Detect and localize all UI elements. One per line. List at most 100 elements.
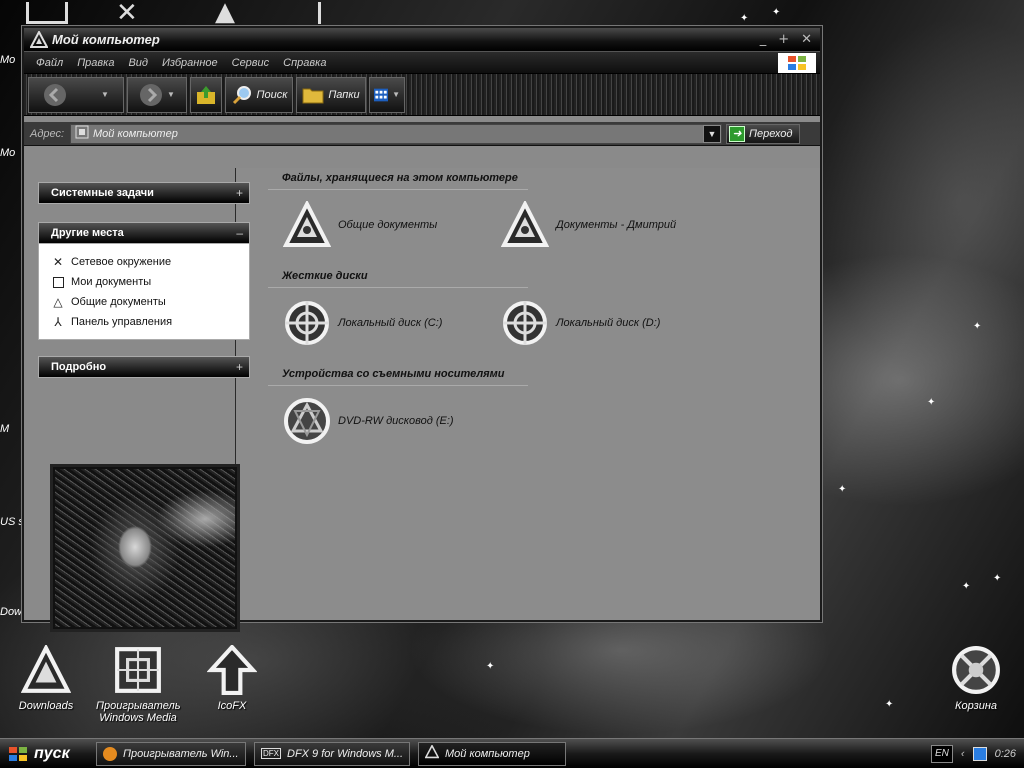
desktop-icon-icofx[interactable]: IcoFX <box>190 644 274 712</box>
minimize-button[interactable]: _ <box>760 32 767 47</box>
back-arrow-icon <box>44 83 67 106</box>
desktop-icon-partial[interactable]: ▲ <box>215 0 235 25</box>
desktop-icon-label: Downloads <box>18 700 74 712</box>
other-places-list: ✕ Сетевое окружение Мои документы △ Общи… <box>38 244 250 340</box>
tray-collapse-icon[interactable]: ‹ <box>961 748 965 760</box>
task-pane: Системные задачи + Другие места – ✕ Сете… <box>24 168 250 632</box>
group-removable-header: Устройства со съемными носителями <box>268 368 528 386</box>
folders-button[interactable]: Папки <box>296 76 366 113</box>
task-button-dfx[interactable]: DFX DFX 9 for Windows M... <box>254 741 410 766</box>
address-dropdown-button[interactable]: ▼ <box>703 124 721 143</box>
system-tasks-header[interactable]: Системные задачи + <box>38 182 250 204</box>
view-grid-icon <box>374 88 389 101</box>
place-my-documents[interactable]: Мои документы <box>39 272 249 292</box>
item-dvd-drive[interactable]: DVD-RW дисковод (E:) <box>282 396 454 446</box>
start-label: пуск <box>34 744 70 762</box>
media-player-icon <box>103 746 117 761</box>
desktop-icon-recycle-bin[interactable]: Корзина <box>934 644 1018 712</box>
item-user-documents[interactable]: Документы - Дмитрий <box>500 200 676 250</box>
back-button[interactable]: ▼ <box>28 76 124 113</box>
task-label: Мой компьютер <box>445 747 530 760</box>
expand-icon[interactable]: + <box>236 186 243 200</box>
collapse-icon[interactable]: – <box>236 226 243 240</box>
expand-icon[interactable]: + <box>236 360 243 374</box>
details-header[interactable]: Подробно + <box>38 356 250 378</box>
up-folder-button[interactable] <box>190 76 222 113</box>
start-button[interactable]: пуск <box>0 740 84 768</box>
my-computer-window: Мой компьютер _ + ✕ Файл Правка Вид Избр… <box>22 26 822 632</box>
star-decoration: ✦ <box>973 321 982 332</box>
menu-edit[interactable]: Правка <box>77 57 114 69</box>
item-shared-documents[interactable]: Общие документы <box>282 200 437 250</box>
details-title: Подробно <box>51 361 107 373</box>
task-button-media-player[interactable]: Проигрыватель Win... <box>96 741 246 766</box>
star-decoration: ✦ <box>885 699 894 710</box>
task-label: DFX 9 for Windows M... <box>287 747 404 760</box>
language-indicator[interactable]: EN <box>930 744 953 763</box>
item-disk-c[interactable]: Локальный диск (C:) <box>282 298 442 348</box>
chevron-down-icon[interactable]: ▼ <box>167 90 175 99</box>
desktop-icon-downloads[interactable]: Downloads <box>4 644 88 712</box>
menu-file[interactable]: Файл <box>36 57 63 69</box>
place-label: Панель управления <box>71 316 173 328</box>
media-player-icon <box>112 644 164 696</box>
downloads-icon <box>20 644 72 696</box>
star-decoration: ✦ <box>838 484 847 495</box>
desktop-icon-wmp[interactable]: Проигрыватель Windows Media <box>96 644 180 724</box>
control-panel-icon: ⅄ <box>54 315 62 329</box>
chevron-down-icon[interactable]: ▼ <box>101 90 109 99</box>
search-button[interactable]: Поиск <box>225 76 293 113</box>
star-decoration: ✦ <box>740 13 749 24</box>
views-button[interactable]: ▼ <box>369 76 405 113</box>
system-tray: EN ‹ 0:26 <box>923 740 1024 768</box>
my-documents-icon <box>51 275 65 289</box>
forward-button[interactable]: ▼ <box>127 76 187 113</box>
menu-help[interactable]: Справка <box>283 57 326 69</box>
window-icon <box>29 29 49 52</box>
window-title: Мой компьютер <box>52 32 160 47</box>
group-drives-header: Жесткие диски <box>268 270 528 288</box>
desktop-icon-partial[interactable]: ✕ <box>116 0 138 26</box>
go-arrow-icon: ➜ <box>729 125 745 142</box>
hard-disk-icon <box>500 298 550 348</box>
shared-folder-icon <box>282 200 332 250</box>
other-places-header[interactable]: Другие места – <box>38 222 250 244</box>
desktop-icon-label: Корзина <box>955 700 997 712</box>
tray-app-icon[interactable] <box>972 746 987 761</box>
window-icon <box>424 744 440 762</box>
dvd-drive-icon <box>282 396 332 446</box>
item-label: DVD-RW дисковод (E:) <box>338 415 454 427</box>
network-icon: ✕ <box>52 255 64 269</box>
address-value: Мой компьютер <box>93 127 178 140</box>
desktop-icon-partial[interactable] <box>318 2 328 24</box>
recycle-bin-icon <box>950 644 1002 696</box>
system-tasks-title: Системные задачи <box>51 187 154 199</box>
place-label: Сетевое окружение <box>71 256 172 268</box>
star-decoration: ✦ <box>486 661 495 672</box>
menu-favorites[interactable]: Избранное <box>162 57 218 69</box>
place-shared-documents[interactable]: △ Общие документы <box>39 292 249 312</box>
close-button[interactable]: ✕ <box>801 32 812 47</box>
folders-button-label: Папки <box>328 88 360 101</box>
task-button-my-computer[interactable]: Мой компьютер <box>418 741 566 766</box>
star-decoration: ✦ <box>962 581 971 592</box>
menu-view[interactable]: Вид <box>128 57 148 69</box>
title-bar[interactable]: Мой компьютер _ + ✕ <box>24 28 820 52</box>
maximize-button[interactable]: + <box>778 32 789 47</box>
go-button-label: Переход <box>749 127 793 140</box>
place-label: Мои документы <box>71 276 152 288</box>
star-decoration: ✦ <box>927 397 936 408</box>
clock[interactable]: 0:26 <box>995 748 1016 760</box>
desktop-icon-partial[interactable] <box>26 2 68 24</box>
go-button[interactable]: ➜ Переход <box>726 123 800 144</box>
address-label: Адрес: <box>30 127 65 140</box>
up-arrow-icon <box>206 644 258 696</box>
place-network[interactable]: ✕ Сетевое окружение <box>39 252 249 272</box>
place-control-panel[interactable]: ⅄ Панель управления <box>39 312 249 332</box>
menu-tools[interactable]: Сервис <box>232 57 270 69</box>
item-disk-d[interactable]: Локальный диск (D:) <box>500 298 660 348</box>
search-icon <box>232 85 251 104</box>
files-pane: Файлы, хранящиеся на этом компьютере Общ… <box>268 168 820 620</box>
folder-up-icon <box>197 85 215 104</box>
address-input[interactable]: Мой компьютер ▼ <box>70 123 722 144</box>
